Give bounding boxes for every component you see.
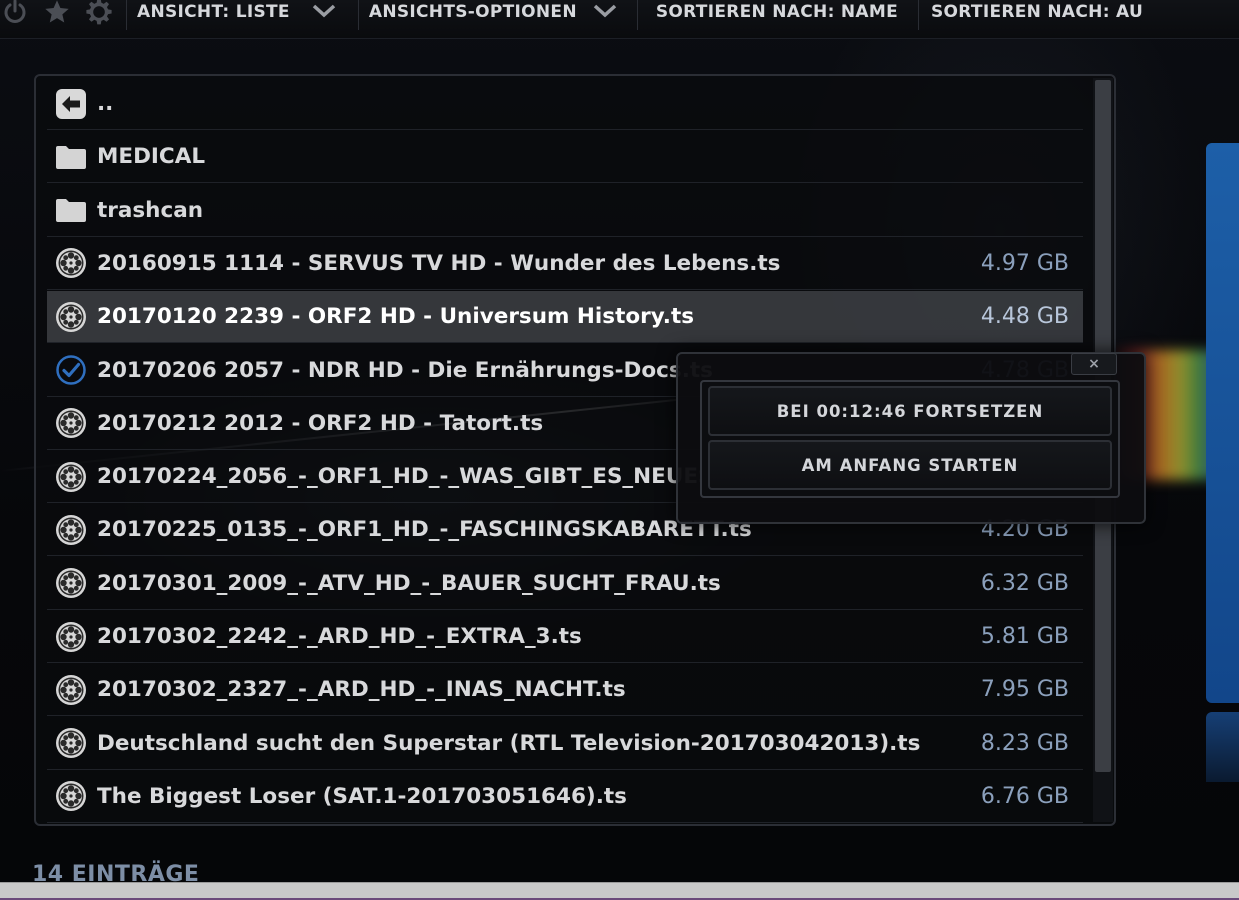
start-from-beginning-button[interactable]: AM ANFANG STARTEN [708, 440, 1112, 490]
view-options-dropdown[interactable]: ANSICHTS-OPTIONEN [369, 2, 617, 23]
dialog-close-button[interactable]: × [1071, 353, 1117, 375]
folder-icon [55, 194, 87, 226]
list-item-label: 20170302_2327_-_ARD_HD_-_INAS_NACHT.ts [97, 677, 626, 703]
sort-by-label: SORTIEREN NACH: NAME [655, 2, 898, 22]
list-item[interactable]: 20160915 1114 - SERVUS TV HD - Wunder de… [47, 238, 1083, 290]
list-item[interactable]: 20170302_2242_-_ARD_HD_-_EXTRA_3.ts 5.81 … [47, 611, 1083, 663]
toolbar-divider [636, 0, 638, 30]
window-bottom-strip [0, 882, 1239, 900]
back-arrow-icon [55, 88, 87, 120]
film-reel-icon [55, 621, 87, 653]
toolbar-divider [126, 0, 127, 30]
list-item[interactable]: 20170301_2009_-_ATV_HD_-_BAUER_SUCHT_FRA… [47, 558, 1083, 610]
list-item[interactable]: 20170120 2239 - ORF2 HD - Universum Hist… [47, 291, 1083, 344]
film-reel-icon [55, 461, 87, 493]
list-item-size: 8.23 GB [980, 730, 1069, 756]
sort-order-label: SORTIEREN NACH: AU [931, 2, 1144, 22]
view-options-label: ANSICHTS-OPTIONEN [368, 2, 577, 22]
list-item-label: The Biggest Loser (SAT.1-201703051646).t… [97, 783, 627, 809]
start-from-beginning-label: AM ANFANG STARTEN [801, 455, 1019, 475]
film-reel-icon [55, 567, 87, 599]
list-item[interactable]: .. [47, 78, 1083, 130]
side-panel-tab[interactable] [1206, 143, 1239, 703]
list-item-label: 20170302_2242_-_ARD_HD_-_EXTRA_3.ts [97, 624, 582, 649]
list-item-label: 20160915 1114 - SERVUS TV HD - Wunder de… [97, 250, 781, 276]
film-reel-icon [55, 780, 87, 812]
toolbar-divider [357, 0, 359, 30]
list-item[interactable]: MEDICAL [47, 131, 1083, 184]
star-icon[interactable] [42, 0, 72, 27]
gear-icon[interactable] [84, 0, 114, 27]
film-reel-icon [55, 247, 87, 279]
list-item[interactable]: trashcan [47, 185, 1083, 237]
list-item-size: 4.48 GB [980, 304, 1069, 330]
power-icon[interactable] [0, 0, 30, 27]
close-icon: × [1088, 356, 1100, 372]
top-menu-bar: ANSICHT: LISTE ANSICHTS-OPTIONEN SORTIER… [0, 0, 1239, 39]
resume-button-label: BEI 00:12:46 FORTSETZEN [776, 401, 1044, 421]
film-reel-icon [55, 407, 87, 439]
film-reel-icon [55, 514, 87, 546]
resume-button[interactable]: BEI 00:12:46 FORTSETZEN [708, 386, 1112, 436]
list-item-size: 7.95 GB [980, 677, 1069, 703]
toolbar-divider [918, 0, 919, 30]
list-item-size: 5.81 GB [980, 624, 1069, 649]
watched-check-icon [55, 354, 87, 386]
sort-order-button[interactable]: SORTIEREN NACH: AU [931, 2, 1143, 22]
film-reel-icon [55, 674, 87, 706]
list-item[interactable]: 20170302_2327_-_ARD_HD_-_INAS_NACHT.ts 7.… [47, 664, 1083, 717]
sort-by-button[interactable]: SORTIEREN NACH: NAME [656, 2, 898, 22]
list-item[interactable]: The Biggest Loser (SAT.1-201703051646).t… [47, 771, 1083, 823]
list-item-label: trashcan [97, 197, 204, 223]
list-item-label: 20170120 2239 - ORF2 HD - Universum Hist… [97, 304, 695, 330]
list-item-size: 6.32 GB [980, 570, 1069, 596]
film-reel-icon [55, 301, 87, 333]
list-item-label: Deutschland sucht den Superstar (RTL Tel… [97, 730, 921, 756]
view-mode-dropdown[interactable]: ANSICHT: LISTE [137, 2, 336, 23]
folder-icon [55, 141, 87, 173]
list-item-size: 6.76 GB [980, 783, 1069, 809]
view-mode-label: ANSICHT: LISTE [137, 2, 290, 22]
film-reel-icon [55, 727, 87, 759]
list-item-label: MEDICAL [97, 144, 206, 170]
list-item-label: 20170301_2009_-_ATV_HD_-_BAUER_SUCHT_FRA… [97, 570, 721, 596]
side-panel-tab-lower [1206, 712, 1239, 782]
list-item[interactable]: Deutschland sucht den Superstar (RTL Tel… [47, 718, 1083, 770]
list-item-label: .. [97, 91, 114, 116]
chevron-down-icon [312, 2, 336, 23]
list-item-size: 4.97 GB [980, 250, 1069, 276]
chevron-down-icon [593, 2, 617, 23]
